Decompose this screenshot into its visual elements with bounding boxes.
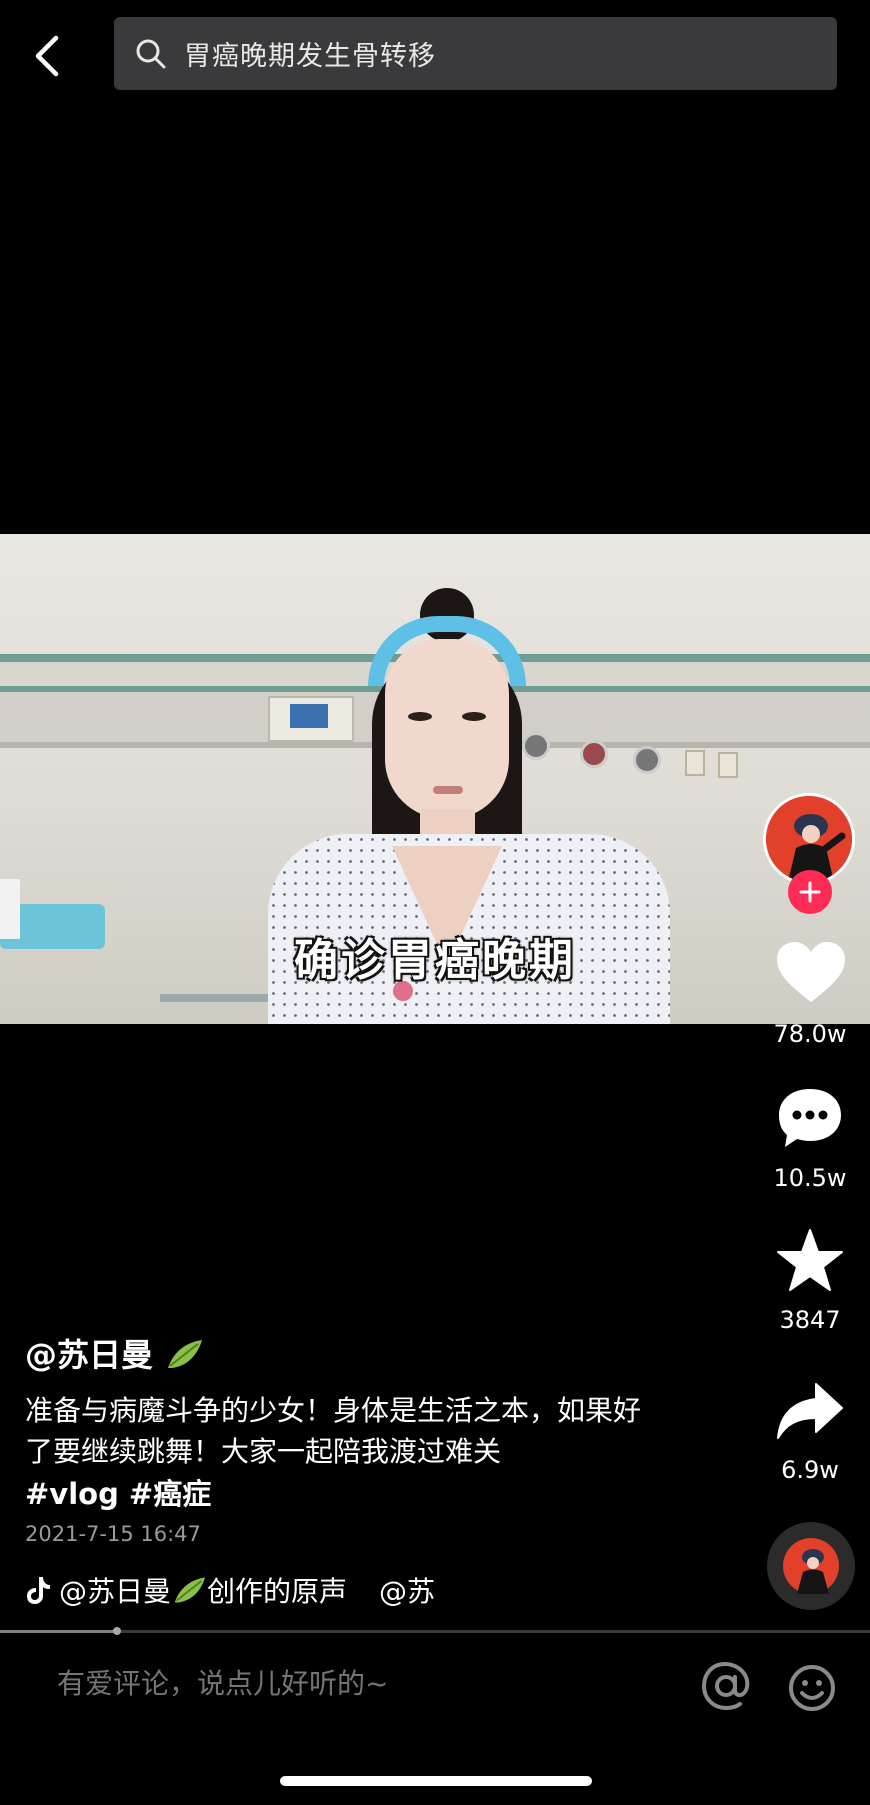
video-progress-fill [0,1630,117,1633]
back-button[interactable] [24,26,74,86]
emoji-button[interactable] [787,1663,837,1713]
comment-icon [779,1089,841,1147]
share-arrow-icon [777,1383,843,1439]
music-disc-avatar [783,1538,839,1594]
star-icon [777,1229,843,1291]
music-extra: @苏 [379,1575,436,1608]
music-info[interactable]: @苏日曼 创作的原声 @苏 [25,1570,435,1610]
tiktok-note-icon [27,1577,50,1604]
heart-icon [777,942,845,1002]
home-indicator[interactable] [280,1776,592,1786]
favorite-button[interactable] [776,1228,844,1292]
author-name[interactable]: @苏日曼 [25,1330,204,1376]
video-subtitle: 确诊胃癌晚期 [294,935,576,986]
search-query: 胃癌晚期发生骨转移 [184,41,436,72]
plus-icon [799,881,821,903]
comment-button[interactable] [775,1085,845,1151]
post-description: 准备与病魔斗争的少女！身体是生活之本，如果好了要继续跳舞！大家一起陪我渡过难关 [25,1394,642,1468]
post-hashtags[interactable]: #vlog #癌症 [25,1471,211,1513]
search-icon [136,39,166,68]
music-disc[interactable] [767,1522,855,1610]
video-player[interactable]: 确诊胃癌晚期 [0,534,870,1024]
music-suffix: 创作的原声 [207,1575,348,1608]
at-sign-icon [701,1661,750,1711]
chevron-left-icon [35,35,59,77]
music-author: @苏日曼 [59,1575,172,1608]
mention-button[interactable] [700,1660,752,1712]
smiley-icon [789,1665,835,1711]
favorite-count: 3847 [779,1306,841,1334]
comment-count: 10.5w [773,1164,847,1192]
share-button[interactable] [776,1382,844,1442]
share-count: 6.9w [781,1456,839,1484]
leaf-emoji-icon [168,1340,203,1368]
post-date: 2021-7-15 16:47 [25,1522,201,1546]
like-button[interactable] [775,940,847,1006]
video-progress-track[interactable] [0,1630,870,1633]
video-progress-knob[interactable] [113,1627,121,1635]
follow-button[interactable] [788,870,832,914]
leaf-emoji-icon [174,1577,206,1603]
search-bar[interactable]: 胃癌晚期发生骨转移 [114,17,837,90]
like-count: 78.0w [773,1020,847,1048]
comment-input[interactable] [55,1666,659,1701]
